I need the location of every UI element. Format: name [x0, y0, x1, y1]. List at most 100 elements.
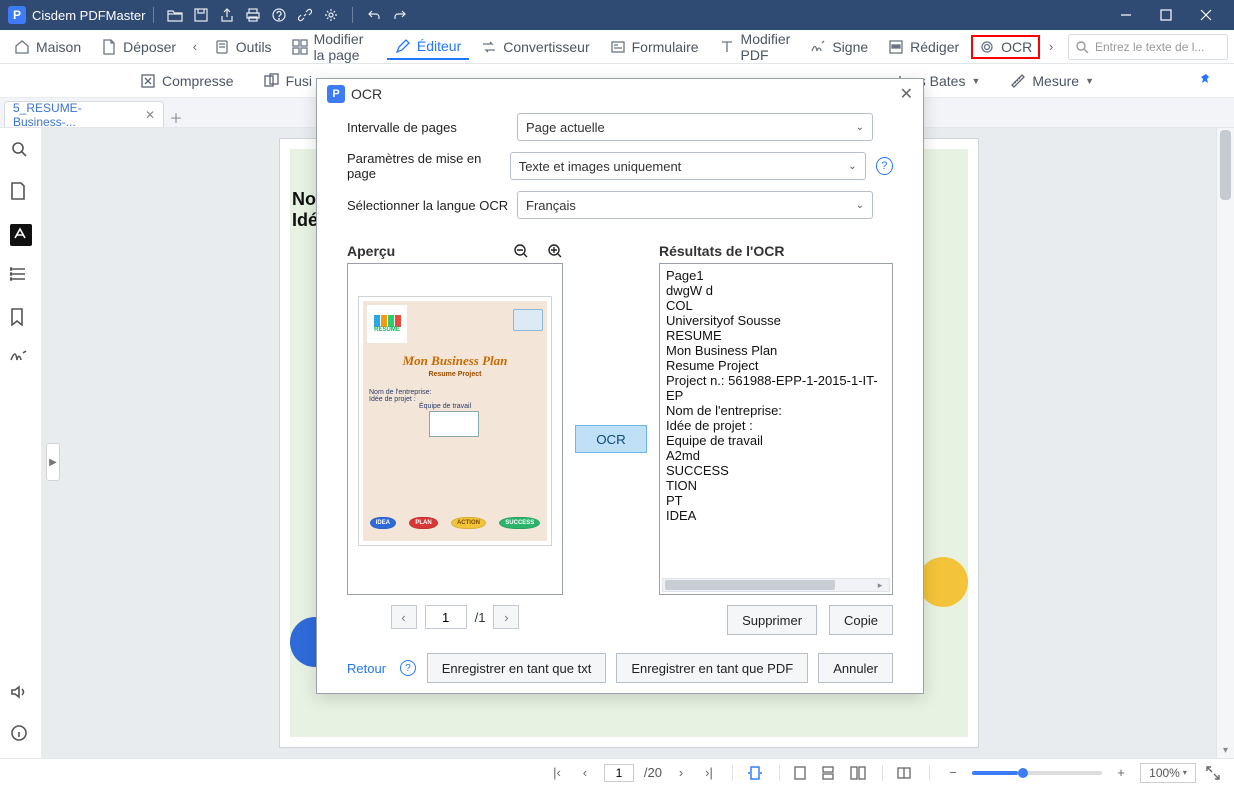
save-icon[interactable] [190, 4, 212, 26]
select-layout[interactable]: Texte et images uniquement⌄ [510, 152, 866, 180]
select-language[interactable]: Français ⌄ [517, 191, 873, 219]
help-layout-button[interactable]: ? [876, 157, 893, 175]
print-icon[interactable] [242, 4, 264, 26]
tab-tools[interactable]: Outils [206, 35, 280, 59]
rail-outline-icon[interactable] [10, 266, 32, 288]
chevron-down-icon: ⌄ [856, 200, 864, 211]
panel-expand-button[interactable]: ▶ [46, 443, 60, 481]
copy-button[interactable]: Copie [829, 605, 893, 635]
dialog-close-button[interactable]: ✕ [900, 84, 913, 104]
back-help-icon[interactable]: ? [400, 660, 416, 676]
preview-next-page[interactable]: › [493, 605, 519, 629]
scrollbar-down-icon[interactable]: ▾ [1217, 745, 1234, 756]
first-page-button[interactable]: |‹ [548, 765, 566, 780]
rail-signature-icon[interactable] [10, 350, 32, 372]
view-read-icon[interactable] [897, 766, 915, 780]
tab-edit-page[interactable]: Modifier la page [284, 27, 383, 67]
tab-home[interactable]: Maison [6, 35, 89, 59]
label-language: Sélectionner la langue OCR [347, 198, 517, 213]
rail-bookmark-icon[interactable] [10, 308, 32, 330]
preview-zoom-in[interactable] [547, 243, 563, 259]
preview-box: RESUME Mon Business Plan Resume Project … [347, 263, 563, 595]
tool-compress-label: Compresse [162, 73, 234, 89]
delete-button[interactable]: Supprimer [727, 605, 817, 635]
preview-page-input[interactable] [425, 605, 467, 629]
back-link[interactable]: Retour? [347, 660, 416, 676]
rail-search-icon[interactable] [10, 140, 32, 162]
help-icon[interactable] [268, 4, 290, 26]
zoom-out-button[interactable]: − [944, 765, 962, 780]
tab-converter[interactable]: Convertisseur [473, 35, 597, 59]
undo-icon[interactable] [363, 4, 385, 26]
save-pdf-button[interactable]: Enregistrer en tant que PDF [616, 653, 808, 683]
zoom-slider[interactable] [972, 771, 1102, 775]
preview-zoom-out[interactable] [513, 243, 529, 259]
open-icon[interactable] [164, 4, 186, 26]
link-icon[interactable] [294, 4, 316, 26]
tab-edit-page-label: Modifier la page [314, 31, 375, 63]
tab-redact-label: Rédiger [910, 39, 959, 55]
rail-sound-icon[interactable] [10, 684, 32, 706]
tab-ocr[interactable]: OCR [971, 35, 1040, 59]
chevron-down-icon: ⌄ [848, 161, 856, 172]
tab-ocr-label: OCR [1001, 39, 1032, 55]
save-txt-button[interactable]: Enregistrer en tant que txt [427, 653, 607, 683]
window-minimize[interactable] [1106, 0, 1146, 30]
document-tab[interactable]: 5_RESUME-Business-... ✕ [4, 101, 164, 127]
tab-redact[interactable]: Rédiger [880, 35, 967, 59]
view-single-icon[interactable] [794, 766, 812, 780]
fullscreen-button[interactable] [1206, 766, 1224, 780]
ocr-results-textarea[interactable]: Page1dwgW dCOLUniversityof SousseRESUMEM… [659, 263, 893, 595]
redact-icon [888, 39, 904, 55]
merge-icon [264, 73, 280, 89]
view-continuous-icon[interactable] [822, 766, 840, 780]
rail-text-icon[interactable] [10, 224, 32, 246]
tool-measure[interactable]: Mesure▼ [1010, 73, 1094, 89]
last-page-button[interactable]: ›| [700, 765, 718, 780]
window-close[interactable] [1186, 0, 1226, 30]
tab-editor[interactable]: Éditeur [387, 34, 469, 60]
tab-form[interactable]: Formulaire [602, 35, 707, 59]
zoom-select[interactable]: 100%▾ [1140, 763, 1196, 783]
tab-edit-pdf[interactable]: Modifier PDF [711, 27, 799, 67]
prev-page-button[interactable]: ‹ [576, 765, 594, 780]
tool-compress[interactable]: Compresse [140, 73, 234, 89]
select-language-value: Français [526, 198, 576, 213]
zoom-in-button[interactable]: + [1112, 765, 1130, 780]
close-tab-icon[interactable]: ✕ [145, 108, 155, 122]
preview-heading: Aperçu [347, 243, 563, 259]
document-tab-label: 5_RESUME-Business-... [13, 101, 139, 129]
rail-info-icon[interactable] [10, 724, 32, 746]
view-facing-icon[interactable] [850, 766, 868, 780]
preview-prev-page[interactable]: ‹ [391, 605, 417, 629]
pin-icon[interactable] [1198, 73, 1214, 89]
tab-tools-label: Outils [236, 39, 272, 55]
tool-merge[interactable]: Fusi [264, 73, 312, 89]
cancel-button[interactable]: Annuler [818, 653, 893, 683]
fit-width-icon[interactable] [747, 766, 765, 780]
tab-sign[interactable]: Signe [802, 35, 876, 59]
tabs-scroll-left[interactable]: ‹ [188, 39, 202, 54]
tabs-scroll-right[interactable]: › [1044, 39, 1058, 54]
rail-page-icon[interactable] [10, 182, 32, 204]
scrollbar-thumb[interactable] [1220, 130, 1231, 200]
resume-logo: RESUME [367, 305, 407, 343]
page-number-input[interactable] [604, 764, 634, 782]
ocr-icon [979, 39, 995, 55]
tab-file[interactable]: Déposer [93, 35, 184, 59]
run-ocr-button[interactable]: OCR [575, 425, 647, 453]
share-icon[interactable] [216, 4, 238, 26]
ocr-dialog: P OCR ✕ Intervalle de pages Page actuell… [316, 78, 924, 694]
settings-icon[interactable] [320, 4, 342, 26]
new-tab-button[interactable]: ＋ [164, 108, 188, 127]
title-bar: P Cisdem PDFMaster [0, 0, 1234, 30]
redo-icon[interactable] [389, 4, 411, 26]
window-maximize[interactable] [1146, 0, 1186, 30]
vertical-scrollbar[interactable]: ▾ [1216, 128, 1234, 758]
select-page-range[interactable]: Page actuelle⌄ [517, 113, 873, 141]
next-page-button[interactable]: › [672, 765, 690, 780]
search-input[interactable]: Entrez le texte de l... [1068, 34, 1228, 60]
preview-doc-title: Mon Business Plan [359, 353, 551, 369]
results-horizontal-scrollbar[interactable]: ▸ [662, 578, 890, 592]
zoom-value: 100% [1149, 766, 1180, 780]
